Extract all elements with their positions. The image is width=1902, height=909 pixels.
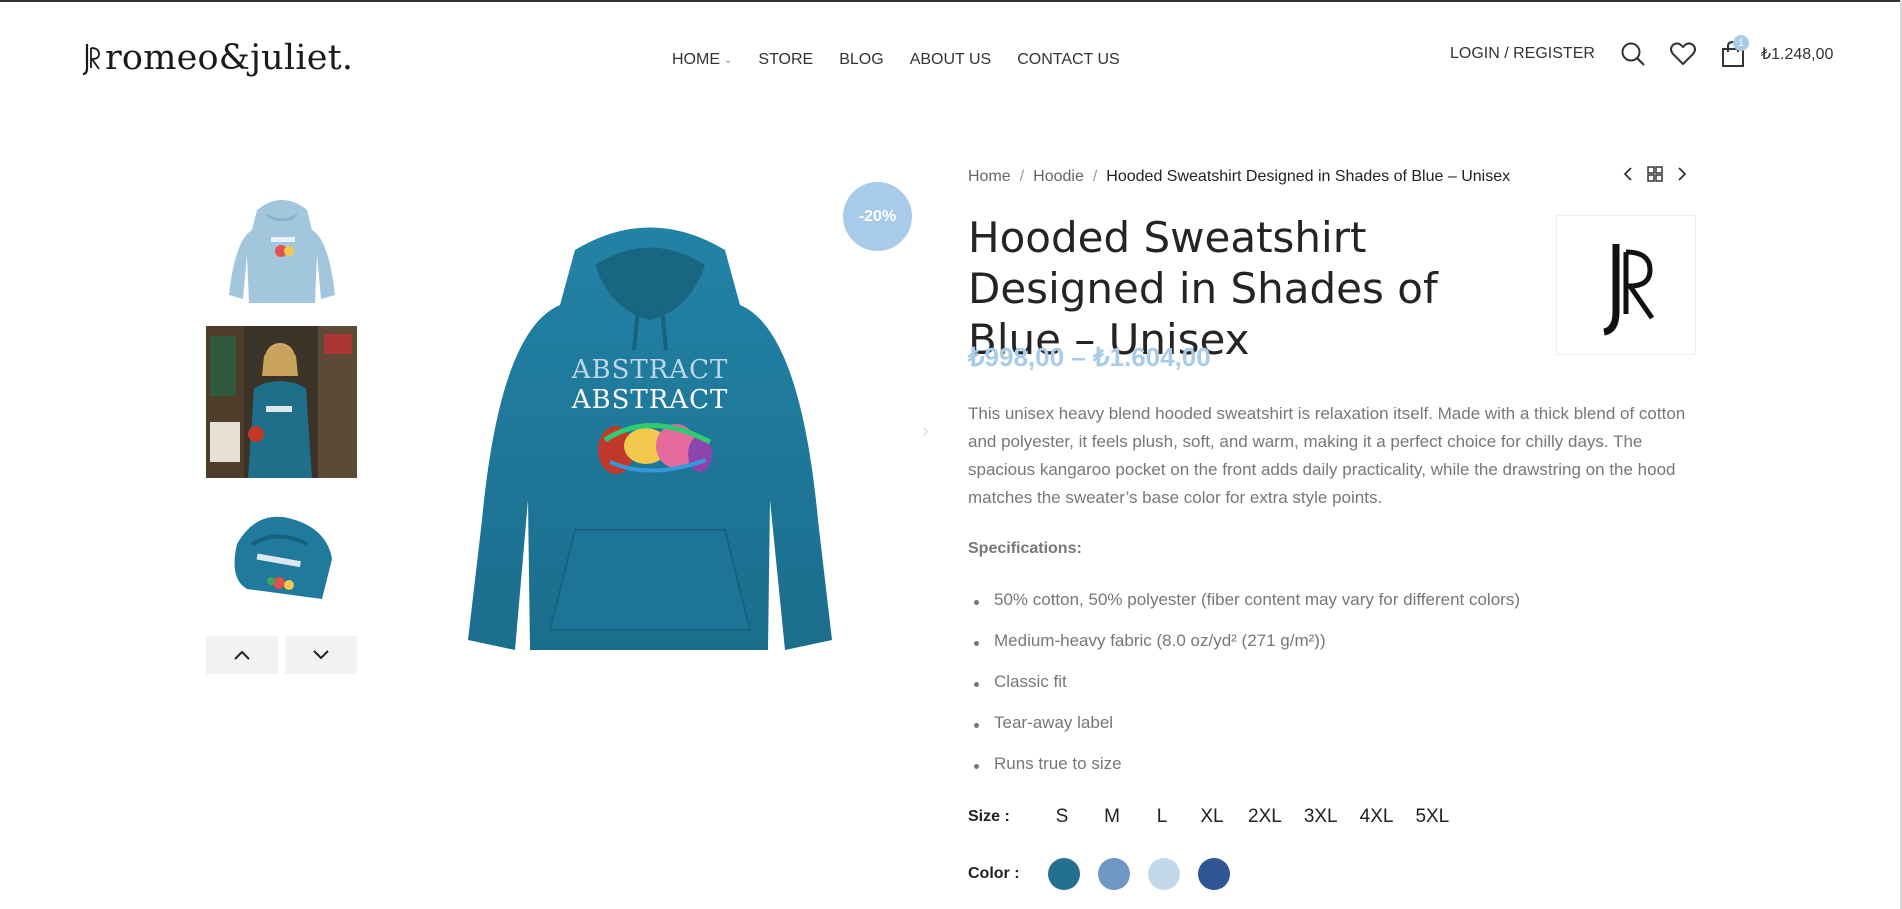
spec-item: Runs true to size (968, 754, 1668, 795)
spec-text: Runs true to size (994, 754, 1122, 773)
site-header: romeo&juliet. HOME ⌄ STORE BLOG ABOUT US… (0, 2, 1902, 112)
size-option-4xl[interactable]: 4XL (1360, 806, 1394, 828)
size-option-s[interactable]: S (1048, 806, 1076, 828)
nav-about-label: ABOUT US (909, 51, 992, 68)
specifications-heading: Specifications: (968, 540, 1082, 557)
nav-store-label: STORE (758, 51, 814, 68)
nav-contact-label: CONTACT US (1017, 51, 1120, 68)
hoodie-print-text: ABSTRACT (571, 385, 729, 415)
previous-product-icon[interactable] (1623, 166, 1633, 187)
product-description: This unisex heavy blend hooded sweatshir… (968, 404, 1686, 507)
thumbnail-navigation (206, 636, 357, 674)
nav-home[interactable]: HOME ⌄ (672, 51, 732, 69)
color-selector: Color : (968, 858, 1248, 890)
thumbnail-gallery (206, 174, 357, 674)
brand-logo[interactable] (1556, 215, 1696, 355)
site-logo[interactable]: romeo&juliet. (82, 38, 353, 78)
chevron-right-icon[interactable]: › (922, 420, 929, 443)
size-option-5xl[interactable]: 5XL (1415, 806, 1449, 828)
breadcrumb: Home / Hoodie / Hooded Sweatshirt Design… (968, 166, 1696, 188)
shopping-bag-icon[interactable]: 1 (1719, 35, 1749, 68)
breadcrumb-current: Hooded Sweatshirt Designed in Shades of … (1106, 168, 1511, 185)
nav-blog-label: BLOG (839, 51, 884, 68)
nav-blog[interactable]: BLOG (839, 51, 883, 69)
nav-contact[interactable]: CONTACT US (1017, 51, 1120, 69)
size-option-l[interactable]: L (1148, 806, 1176, 828)
login-register-link[interactable]: LOGIN / REGISTER (1450, 45, 1595, 63)
logo-text: romeo&juliet. (105, 38, 354, 78)
bullet (974, 764, 979, 769)
next-product-icon[interactable] (1677, 166, 1687, 187)
thumbnail-folded-hoodie[interactable] (206, 478, 357, 630)
chevron-down-icon (313, 650, 329, 660)
size-option-xl[interactable]: XL (1198, 806, 1226, 828)
color-swatch[interactable] (1048, 858, 1080, 890)
size-label: Size : (968, 808, 1010, 825)
nav-home-label: HOME (672, 51, 720, 68)
thumbnail-hoodie-light-blue[interactable] (206, 174, 357, 326)
spec-item: Medium-heavy fabric (8.0 oz/yd² (271 g/m… (968, 631, 1668, 672)
nav-about[interactable]: ABOUT US (910, 51, 992, 69)
main-nav: HOME ⌄ STORE BLOG ABOUT US CONTACT US (672, 51, 1146, 69)
bullet (974, 600, 979, 605)
spec-item: 50% cotton, 50% polyester (fiber content… (968, 590, 1668, 631)
color-label: Color : (968, 865, 1020, 882)
cart-count-badge: 1 (1732, 35, 1749, 51)
bullet (974, 682, 979, 687)
brand-monogram-icon (1603, 244, 1655, 336)
breadcrumb-category[interactable]: Hoodie (1033, 168, 1084, 186)
thumbnail-next-button[interactable] (285, 636, 357, 674)
spec-item: Classic fit (968, 672, 1668, 713)
main-product-image[interactable]: ABSTRACT ABSTRACT (420, 210, 880, 670)
spec-text: Tear-away label (994, 713, 1114, 732)
header-actions: LOGIN / REGISTER 1 ₺1.248,00 (1450, 35, 1833, 68)
specifications-list: 50% cotton, 50% polyester (fiber content… (968, 590, 1668, 795)
thumbnail-model-in-street[interactable] (206, 326, 357, 478)
spec-text: Medium-heavy fabric (8.0 oz/yd² (271 g/m… (994, 631, 1326, 650)
chevron-down-icon: ⌄ (724, 54, 733, 66)
spec-text: Classic fit (994, 672, 1067, 691)
cart-total[interactable]: ₺1.248,00 (1761, 44, 1833, 64)
breadcrumb-home[interactable]: Home (968, 168, 1011, 186)
spec-text: 50% cotton, 50% polyester (fiber content… (994, 590, 1520, 609)
hoodie-print-text-shadow: ABSTRACT (571, 355, 729, 385)
discount-badge: -20% (843, 182, 912, 251)
nav-store[interactable]: STORE (758, 51, 813, 69)
product-price: ₺998,00 – ₺1.604,00 (968, 342, 1211, 372)
size-option-3xl[interactable]: 3XL (1304, 806, 1338, 828)
thumbnail-prev-button[interactable] (206, 636, 278, 674)
bullet (974, 641, 979, 646)
color-swatch[interactable] (1198, 858, 1230, 890)
spec-item: Tear-away label (968, 713, 1668, 754)
breadcrumb-wrap: Home / Hoodie / Hooded Sweatshirt Design… (968, 166, 1696, 188)
breadcrumb-separator: / (1019, 168, 1025, 185)
bullet (974, 723, 979, 728)
size-option-2xl[interactable]: 2XL (1248, 806, 1282, 828)
chevron-up-icon (234, 650, 250, 660)
heart-icon[interactable] (1669, 40, 1697, 68)
color-swatch[interactable] (1098, 858, 1130, 890)
product-navigation (1623, 166, 1701, 187)
size-option-m[interactable]: M (1098, 806, 1126, 828)
color-swatch[interactable] (1148, 858, 1180, 890)
breadcrumb-separator: / (1092, 168, 1098, 185)
size-selector: Size : S M L XL 2XL 3XL 4XL 5XL (968, 806, 1471, 828)
grid-icon[interactable] (1647, 166, 1663, 187)
search-icon[interactable] (1619, 40, 1647, 68)
logo-monogram-icon (82, 44, 100, 76)
